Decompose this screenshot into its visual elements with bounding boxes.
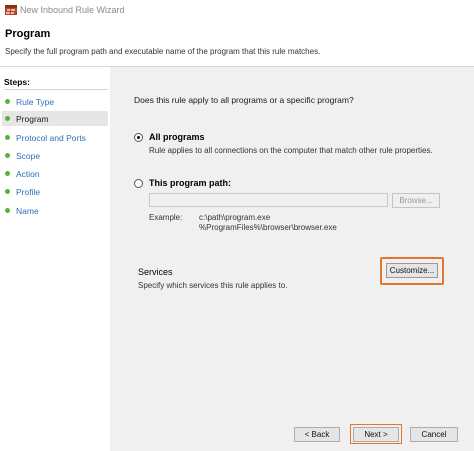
step-label: Rule Type	[16, 96, 55, 107]
step-action[interactable]: Action	[2, 166, 108, 181]
step-bullet-icon	[5, 153, 10, 158]
program-path-radio-row[interactable]: This program path:	[134, 178, 231, 188]
steps-divider	[4, 89, 108, 90]
all-programs-radio[interactable]	[134, 132, 143, 142]
example-label: Example:	[149, 213, 183, 222]
step-label: Name	[16, 205, 39, 216]
customize-button[interactable]: Customize...	[386, 263, 438, 278]
back-button[interactable]: < Back	[294, 427, 340, 442]
step-label: Program	[16, 113, 49, 124]
program-question: Does this rule apply to all programs or …	[134, 95, 354, 105]
step-program[interactable]: Program	[2, 111, 108, 126]
next-button[interactable]: Next >	[353, 427, 399, 442]
firewall-wizard-icon	[5, 5, 17, 15]
step-label: Scope	[16, 150, 41, 161]
all-programs-radio-row[interactable]: All programs	[134, 132, 205, 142]
cancel-button[interactable]: Cancel	[410, 427, 458, 442]
step-bullet-icon	[5, 135, 10, 140]
browse-button[interactable]: Browse...	[392, 193, 440, 208]
step-bullet-icon	[5, 99, 10, 104]
title-bar: New Inbound Rule Wizard	[0, 0, 474, 20]
services-title: Services	[138, 267, 173, 277]
step-profile[interactable]: Profile	[2, 184, 108, 199]
main-content: Does this rule apply to all programs or …	[110, 67, 474, 451]
wizard-header: Program Specify the full program path an…	[0, 20, 474, 67]
all-programs-label[interactable]: All programs	[149, 132, 205, 142]
window-title: New Inbound Rule Wizard	[20, 5, 125, 15]
example-path-1: c:\path\program.exe	[199, 213, 271, 222]
step-name[interactable]: Name	[2, 203, 108, 218]
all-programs-description: Rule applies to all connections on the c…	[149, 146, 433, 155]
steps-title: Steps:	[4, 77, 30, 87]
program-path-label[interactable]: This program path:	[149, 178, 231, 188]
step-bullet-icon	[5, 208, 10, 213]
step-scope[interactable]: Scope	[2, 148, 108, 163]
step-label: Profile	[16, 186, 41, 197]
step-bullet-icon	[5, 171, 10, 176]
program-path-radio[interactable]	[134, 178, 143, 188]
step-protocol-and-ports[interactable]: Protocol and Ports	[2, 130, 108, 145]
program-path-input[interactable]	[149, 193, 388, 207]
steps-panel: Steps: Rule Type Program Protocol and Po…	[0, 67, 110, 451]
step-rule-type[interactable]: Rule Type	[2, 94, 108, 109]
step-label: Protocol and Ports	[16, 132, 86, 143]
services-description: Specify which services this rule applies…	[138, 281, 288, 290]
example-path-2: %ProgramFiles%\browser\browser.exe	[199, 223, 337, 232]
page-title: Program	[5, 28, 51, 40]
page-description: Specify the full program path and execut…	[5, 47, 321, 56]
step-bullet-icon	[5, 116, 10, 121]
step-bullet-icon	[5, 189, 10, 194]
step-label: Action	[16, 168, 40, 179]
